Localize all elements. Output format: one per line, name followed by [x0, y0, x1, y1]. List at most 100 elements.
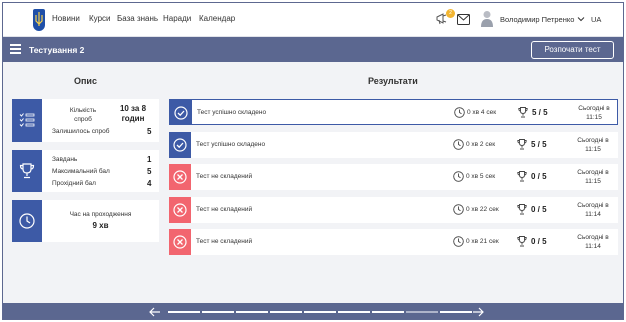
result-date-line1: Сьогодні в: [577, 137, 609, 144]
duration-label: Час на проходження: [69, 211, 132, 218]
result-date-line1: Сьогодні в: [578, 105, 610, 112]
attempts-card: Кількість спроб 10 за 8 годин Залишилось…: [12, 99, 159, 142]
page-segment[interactable]: [440, 311, 472, 313]
trophy-icon: [518, 107, 528, 118]
result-duration: 0 хв 4 сек: [467, 109, 497, 116]
clock-icon: [454, 107, 465, 118]
pagination-bar: [3, 303, 623, 319]
menu-icon[interactable]: [10, 44, 21, 54]
result-date-line1: Сьогодні в: [577, 234, 609, 241]
remaining-label: Залишилось спроб: [52, 128, 110, 135]
remaining-value: 5: [147, 127, 152, 136]
result-duration: 0 хв 22 сек: [466, 206, 499, 213]
checklist-icon: [19, 113, 35, 127]
nav-meetings[interactable]: Наради: [163, 14, 191, 23]
result-label: Тест не складений: [196, 173, 253, 180]
trident-icon: [35, 12, 43, 26]
result-score: 0 / 5: [531, 172, 547, 181]
results-heading: Результати: [368, 76, 418, 86]
result-label: Тест не складений: [196, 206, 253, 213]
clock-icon: [453, 139, 464, 150]
clock-icon: [453, 204, 464, 215]
start-test-button[interactable]: Розпочати тест: [531, 41, 614, 59]
x-circle-icon: [173, 170, 187, 184]
result-row[interactable]: Тест не складений 0 хв 22 сек 0 / 5 Сьогодн…: [169, 197, 618, 223]
result-date: Сьогодні в 11:14: [570, 233, 616, 251]
kyiv-logo[interactable]: [33, 9, 45, 31]
duration-card: Час на проходження 9 хв: [12, 200, 159, 242]
result-status-strip: [169, 197, 191, 223]
result-date-line1: Сьогодні в: [577, 202, 609, 209]
nav-courses[interactable]: Курси: [89, 14, 111, 23]
x-circle-icon: [173, 203, 187, 217]
result-score: 0 / 5: [531, 237, 547, 246]
result-date-line2: 11:14: [585, 243, 601, 250]
attempts-label: Кількість спроб: [69, 107, 97, 123]
chevron-down-icon[interactable]: [577, 15, 585, 23]
result-status-strip: [169, 164, 191, 190]
page-segment[interactable]: [168, 311, 200, 313]
check-circle-icon: [173, 138, 187, 152]
result-row[interactable]: Тест не складений 0 хв 5 сек 0 / 5 Сьогодні…: [169, 164, 618, 190]
page-segment[interactable]: [270, 311, 302, 313]
attempts-value: 10 за 8 годин: [119, 104, 147, 123]
result-duration: 0 хв 5 сек: [466, 173, 496, 180]
clock-icon: [453, 171, 464, 182]
trophy-icon: [19, 163, 35, 179]
arrow-right-icon[interactable]: [472, 307, 484, 317]
max-score-label: Максимальний бал: [52, 168, 110, 175]
result-date-line2: 11:15: [585, 146, 601, 153]
duration-value: 9 хв: [92, 221, 109, 230]
clock-icon: [453, 236, 464, 247]
result-date: Сьогодні в 11:15: [571, 104, 617, 122]
pass-score-label: Прохідний бал: [52, 180, 96, 187]
nav-calendar[interactable]: Календар: [199, 14, 235, 23]
attempts-card-icon-box: [12, 99, 42, 142]
page-segment[interactable]: [236, 311, 268, 313]
check-circle-icon: [174, 106, 188, 120]
page-segment[interactable]: [372, 311, 404, 313]
language-selector[interactable]: UA: [591, 15, 601, 24]
page-title: Тестування 2: [29, 45, 85, 55]
result-score: 0 / 5: [531, 205, 547, 214]
result-row[interactable]: Тест не складений 0 хв 21 сек 0 / 5 Сьогодн…: [169, 229, 618, 255]
result-date-line2: 11:15: [585, 178, 601, 185]
avatar[interactable]: [481, 10, 493, 27]
trophy-icon: [517, 139, 527, 150]
trophy-icon: [517, 171, 527, 182]
top-nav: Новини Курси База знань Наради Календар …: [3, 3, 623, 37]
result-label: Тест успішно складено: [197, 109, 267, 116]
result-row[interactable]: Тест успішно складено 0 хв 2 сек 5 / 5 Сьог…: [169, 132, 618, 158]
nav-knowledge-base[interactable]: База знань: [117, 14, 158, 23]
result-date: Сьогодні в 11:14: [570, 201, 616, 219]
result-duration: 0 хв 2 сек: [466, 141, 496, 148]
scores-card: Завдань 1 Максимальний бал 5 Прохідний б…: [12, 150, 159, 192]
mail-icon[interactable]: [457, 14, 470, 25]
result-date-line1: Сьогодні в: [577, 169, 609, 176]
app-window: Новини Курси База знань Наради Календар …: [2, 2, 624, 320]
arrow-left-icon[interactable]: [149, 307, 161, 317]
page-segment[interactable]: [304, 311, 336, 313]
result-date: Сьогодні в 11:15: [570, 136, 616, 154]
tasks-value: 1: [147, 155, 152, 164]
page-segment[interactable]: [202, 311, 234, 313]
page-segment[interactable]: [338, 311, 370, 313]
title-bar: Тестування 2 Розпочати тест: [3, 37, 623, 62]
nav-news[interactable]: Новини: [52, 14, 80, 23]
result-date-line2: 11:14: [585, 211, 601, 218]
user-name[interactable]: Володимир Петренко: [500, 15, 574, 24]
pass-score-value: 4: [147, 179, 152, 188]
result-status-strip: [169, 132, 191, 158]
notification-badge: 2: [446, 9, 455, 18]
result-label: Тест не складений: [196, 238, 253, 245]
result-status-strip: [169, 229, 191, 255]
result-row[interactable]: Тест успішно складено 0 хв 4 сек 5 / 5 Сьог…: [169, 99, 618, 125]
description-heading: Опис: [74, 76, 97, 86]
duration-card-icon-box: [12, 200, 42, 242]
tasks-label: Завдань: [52, 156, 78, 163]
page-segment[interactable]: [406, 311, 438, 313]
x-circle-icon: [173, 235, 187, 249]
result-score: 5 / 5: [532, 108, 548, 117]
result-label: Тест успішно складено: [196, 141, 266, 148]
clock-icon: [19, 213, 35, 229]
